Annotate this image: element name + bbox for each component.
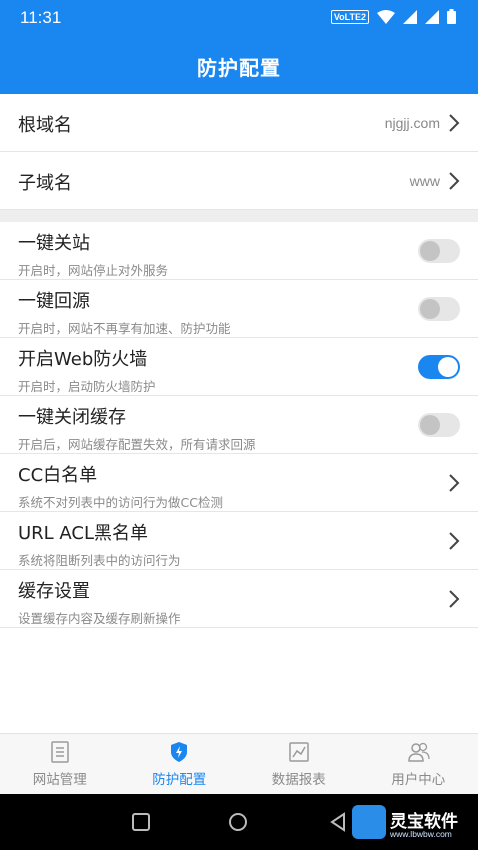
app-header: 11:31 VoLTE2 防护配置 — [0, 0, 478, 94]
users-icon — [408, 742, 430, 762]
wifi-icon — [377, 9, 395, 24]
web-firewall-toggle[interactable] — [418, 355, 460, 379]
setting-description: 开启时，网站不再享有加速、防护功能 — [18, 321, 231, 336]
watermark-badge — [352, 805, 386, 839]
setting-description: 开启后，网站缓存配置失效，所有请求回源 — [18, 437, 256, 452]
shield-icon — [171, 742, 188, 762]
toggle-knob — [420, 299, 440, 319]
disable-cache-toggle[interactable] — [418, 413, 460, 437]
status-bar: 11:31 VoLTE2 — [0, 0, 478, 36]
tab-label: 网站管理 — [32, 772, 87, 788]
setting-description: 开启时，启动防火墙防护 — [18, 379, 156, 394]
chevron-right-icon — [449, 532, 460, 550]
signal-icon — [403, 9, 417, 24]
tab-protection-config[interactable]: 防护配置 — [120, 734, 240, 794]
back-icon[interactable] — [328, 812, 348, 832]
setting-label: 开启Web防火墙 — [18, 349, 148, 370]
chart-icon — [289, 742, 309, 762]
setting-row-disable-cache: 一键关闭缓存 开启后，网站缓存配置失效，所有请求回源 — [0, 396, 478, 454]
toggle-knob — [420, 241, 440, 261]
setting-label: 一键关闭缓存 — [18, 407, 126, 428]
setting-description: 系统不对列表中的访问行为做CC检测 — [18, 495, 223, 510]
tab-label: 防护配置 — [152, 772, 207, 788]
tab-label: 数据报表 — [271, 772, 326, 788]
chevron-right-icon — [449, 590, 460, 608]
home-icon[interactable] — [228, 812, 248, 832]
setting-label: URL ACL黑名单 — [18, 523, 149, 544]
setting-description: 开启时，网站停止对外服务 — [18, 263, 169, 278]
sub-domain-row[interactable]: 子域名 www — [0, 152, 478, 210]
tab-site-management[interactable]: 网站管理 — [0, 734, 120, 794]
close-site-toggle[interactable] — [418, 239, 460, 263]
section-divider — [0, 210, 478, 222]
sub-domain-value: www — [409, 173, 440, 189]
chevron-right-icon — [449, 114, 460, 132]
setting-description: 设置缓存内容及缓存刷新操作 — [18, 611, 181, 626]
tab-label: 用户中心 — [391, 772, 446, 788]
toggle-knob — [438, 357, 458, 377]
volte-badge: VoLTE2 — [330, 9, 369, 24]
battery-icon — [447, 9, 456, 24]
tab-data-report[interactable]: 数据报表 — [239, 734, 359, 794]
setting-row-back-to-origin: 一键回源 开启时，网站不再享有加速、防护功能 — [0, 280, 478, 338]
root-domain-row[interactable]: 根域名 njgjj.com — [0, 94, 478, 152]
bottom-tab-bar: 网站管理 防护配置 数据报表 用户中心 — [0, 733, 478, 794]
setting-row-url-acl-blacklist[interactable]: URL ACL黑名单 系统将阻断列表中的访问行为 — [0, 512, 478, 570]
document-icon — [51, 741, 69, 763]
setting-label: 缓存设置 — [18, 581, 90, 602]
root-domain-value: njgjj.com — [384, 115, 440, 131]
setting-label: 一键回源 — [18, 291, 90, 312]
setting-description: 系统将阻断列表中的访问行为 — [18, 553, 181, 568]
signal-icon — [425, 9, 439, 24]
setting-row-close-site: 一键关站 开启时，网站停止对外服务 — [0, 222, 478, 280]
chevron-right-icon — [449, 172, 460, 190]
setting-row-cc-whitelist[interactable]: CC白名单 系统不对列表中的访问行为做CC检测 — [0, 454, 478, 512]
sub-domain-label: 子域名 — [18, 173, 72, 194]
page-title: 防护配置 — [197, 56, 281, 80]
watermark-logo: 灵宝软件 www.lbwbw.com — [352, 805, 472, 841]
tab-user-center[interactable]: 用户中心 — [359, 734, 478, 794]
chevron-right-icon — [449, 474, 460, 492]
status-time: 11:31 — [20, 8, 62, 27]
watermark-url: www.lbwbw.com — [390, 829, 452, 839]
back-to-origin-toggle[interactable] — [418, 297, 460, 321]
toggle-knob — [420, 415, 440, 435]
setting-label: 一键关站 — [18, 233, 90, 254]
setting-row-cache-settings[interactable]: 缓存设置 设置缓存内容及缓存刷新操作 — [0, 570, 478, 628]
recents-icon[interactable] — [131, 812, 151, 832]
root-domain-label: 根域名 — [18, 115, 72, 136]
setting-label: CC白名单 — [18, 465, 98, 486]
status-icons: VoLTE2 — [330, 9, 456, 24]
setting-row-web-firewall: 开启Web防火墙 开启时，启动防火墙防护 — [0, 338, 478, 396]
